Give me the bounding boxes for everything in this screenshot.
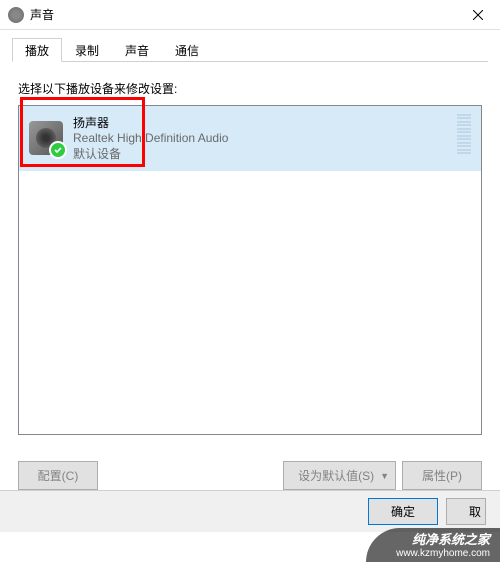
sound-app-icon	[8, 7, 24, 23]
set-default-label: 设为默认值(S)	[298, 467, 374, 484]
chevron-down-icon: ▼	[380, 471, 389, 481]
tab-sounds[interactable]: 声音	[112, 38, 162, 61]
tab-playback[interactable]: 播放	[12, 38, 62, 62]
device-list[interactable]: 扬声器 Realtek High Definition Audio 默认设备	[18, 105, 482, 435]
titlebar: 声音	[0, 0, 500, 30]
properties-button[interactable]: 属性(P)	[402, 461, 482, 490]
device-name: 扬声器	[73, 114, 228, 131]
tab-recording[interactable]: 录制	[62, 38, 112, 61]
tab-bar: 播放 录制 声音 通信	[12, 38, 488, 62]
watermark-title: 纯净系统之家	[412, 532, 490, 548]
tab-communications[interactable]: 通信	[162, 38, 212, 61]
device-item-speakers[interactable]: 扬声器 Realtek High Definition Audio 默认设备	[19, 106, 481, 171]
device-driver: Realtek High Definition Audio	[73, 131, 228, 145]
close-button[interactable]	[455, 0, 500, 30]
device-icon-wrap	[29, 121, 63, 155]
close-icon	[473, 10, 483, 20]
ok-button[interactable]: 确定	[368, 498, 438, 525]
configure-button[interactable]: 配置(C)	[18, 461, 98, 490]
set-default-button[interactable]: 设为默认值(S) ▼	[283, 461, 396, 490]
cancel-button[interactable]: 取	[446, 498, 486, 525]
action-buttons-row: 配置(C) 设为默认值(S) ▼ 属性(P)	[18, 461, 482, 490]
instruction-text: 选择以下播放设备来修改设置:	[18, 80, 482, 97]
window-title: 声音	[30, 6, 54, 23]
level-meter	[457, 114, 471, 154]
device-status: 默认设备	[73, 145, 228, 162]
watermark: 纯净系统之家 www.kzmyhome.com	[366, 528, 500, 562]
dialog-footer: 确定 取	[0, 490, 500, 532]
watermark-url: www.kzmyhome.com	[396, 548, 490, 560]
default-check-icon	[49, 141, 67, 159]
device-info: 扬声器 Realtek High Definition Audio 默认设备	[73, 114, 228, 162]
